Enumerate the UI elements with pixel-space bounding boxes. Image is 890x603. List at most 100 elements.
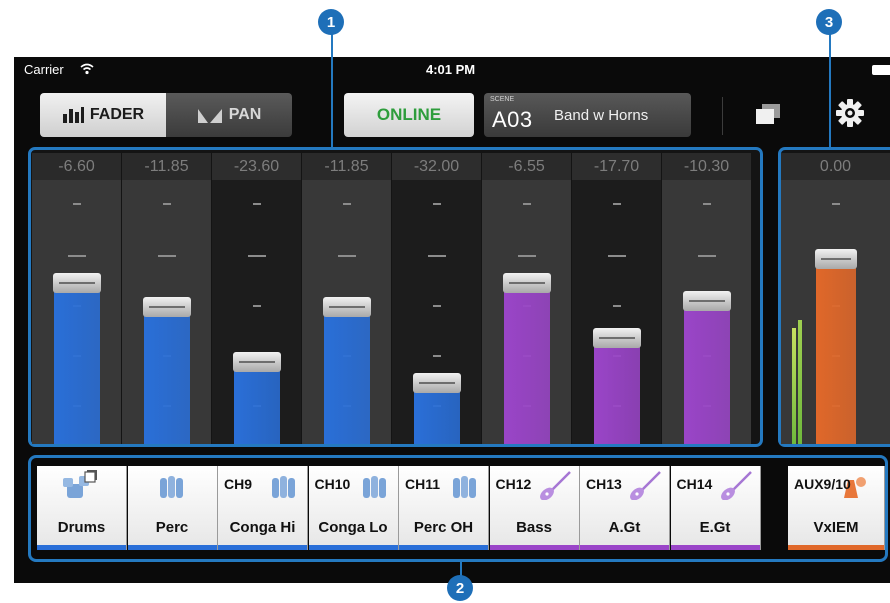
drum-kit-icon [61,470,99,505]
channel-color-stripe [308,545,398,550]
fader-knob[interactable] [142,297,191,317]
fader-value: -11.85 [144,158,189,175]
fader-knob[interactable] [592,328,641,348]
fader-strip[interactable]: -11.85 [302,153,391,444]
callout-2: 2 [447,575,473,601]
channel-name: Conga Hi [229,519,296,536]
fader-level-bar [815,259,856,444]
channel-number: CH10 [314,476,351,492]
channel-color-stripe [670,545,760,550]
channel-name-cell[interactable]: CH13 A.Gt [580,466,670,550]
fader-bars-icon [62,107,84,123]
fader-scale-tick [252,305,261,307]
fader-level-bar [233,362,280,444]
fader-value: -23.60 [233,158,280,175]
window-switch-icon[interactable] [756,104,780,124]
channel-number: CH11 [405,476,441,492]
fader-value-header: -32.00 [392,153,481,180]
channel-name: VxIEM [813,519,859,536]
callout-1-leader [331,34,333,150]
congas-icon [355,470,393,505]
callout-3: 3 [816,9,842,35]
fader-strip[interactable]: -32.00 [392,153,481,444]
channel-name: Drums [57,519,106,536]
fader-scale-tick [697,255,716,257]
online-status-button[interactable]: ONLINE [344,93,474,137]
channel-name: Perc [155,519,189,536]
fader-scale-tick [157,255,176,257]
level-meter [798,320,802,444]
channel-name-cell[interactable]: Drums [37,466,127,550]
fader-value-header: -6.55 [482,153,571,180]
guitar-icon [626,470,664,505]
fader-knob[interactable] [52,273,101,293]
congas-icon [264,470,302,505]
fader-value: -6.60 [58,158,95,175]
fader-knob[interactable] [412,373,461,393]
scene-name: Band w Horns [554,107,649,124]
pan-view-button[interactable]: PAN [166,93,292,137]
channel-name-row: Drums Perc CH9 Conga Hi CH10 Conga Lo CH11 Perc… [28,455,888,562]
channel-number: CH13 [586,476,622,492]
mixer-app-screen: Carrier 4:01 PM FADER PAN ONLINE SCENE A [14,57,890,583]
fader-value: -6.55 [508,158,545,175]
fader-value-header: -11.85 [122,153,211,180]
wifi-icon [80,63,94,75]
scene-number: A03 [492,107,533,132]
pan-view-label: PAN [228,106,262,123]
toolbar-divider [722,97,723,135]
fader-strip[interactable]: -10.30 [662,153,751,444]
callout-3-leader [829,34,831,150]
aux-fader-strip[interactable]: 0.00 [781,153,890,444]
scene-caption: SCENE [490,96,515,103]
fader-scale-tick [831,203,840,205]
channel-faders-panel: -6.60 -11.85 -23.60 -11.85 -32.00 -6.55 -17.70… [28,147,763,447]
fader-knob[interactable] [682,291,731,311]
channel-name-cell[interactable]: Perc [127,466,218,550]
fader-view-label: FADER [89,106,145,123]
fader-level-bar [503,283,550,444]
scene-selector[interactable]: SCENE A03 Band w Horns [484,93,691,137]
fader-scale-tick [337,255,356,257]
channel-name-cell[interactable]: CH9 Conga Hi [218,466,308,550]
fader-view-button[interactable]: FADER [40,93,166,137]
settings-gear-icon[interactable] [836,99,864,127]
channel-name-cell[interactable]: CH12 Bass [489,466,580,550]
fader-strip[interactable]: -11.85 [122,153,211,444]
fader-scale-tick [247,255,266,257]
channel-name: E.Gt [699,519,731,536]
channel-name-cell[interactable]: CH11 Perc OH [399,466,489,550]
fader-scale-tick [342,203,351,205]
fader-scale-tick [517,255,536,257]
fader-level-bar [143,307,190,444]
carrier-label: Carrier [24,62,64,77]
fader-value-header: -23.60 [212,153,301,180]
fader-scale-tick [607,255,626,257]
fader-knob[interactable] [502,273,551,293]
fader-knob[interactable] [814,249,857,269]
level-meter [792,328,796,444]
congas-icon [445,470,483,505]
fader-scale-tick [427,255,446,257]
fader-strip[interactable]: -17.70 [572,153,661,444]
fader-value: 0.00 [819,158,852,175]
fader-strip[interactable]: -6.55 [482,153,571,444]
callout-1: 1 [318,9,344,35]
channel-color-stripe [127,545,217,550]
fader-strip[interactable]: -23.60 [212,153,301,444]
fader-scale-tick [72,203,81,205]
channel-number: CH12 [495,476,532,492]
channel-color-stripe [37,545,126,550]
fader-scale-tick [612,305,621,307]
status-bar: Carrier 4:01 PM [14,57,890,83]
fader-knob[interactable] [322,297,371,317]
fader-strip[interactable]: -6.60 [32,153,121,444]
fader-knob[interactable] [232,352,281,372]
fader-value-header: -11.85 [302,153,391,180]
aux-name-cell[interactable]: AUX9/10 VxIEM [788,466,885,550]
fader-value: -32.00 [413,158,460,175]
channel-name-cell[interactable]: CH14 E.Gt [670,466,761,550]
channel-name-cell[interactable]: CH10 Conga Lo [308,466,399,550]
fader-level-bar [683,301,730,444]
aux-fader-panel: 0.00 [778,147,890,447]
